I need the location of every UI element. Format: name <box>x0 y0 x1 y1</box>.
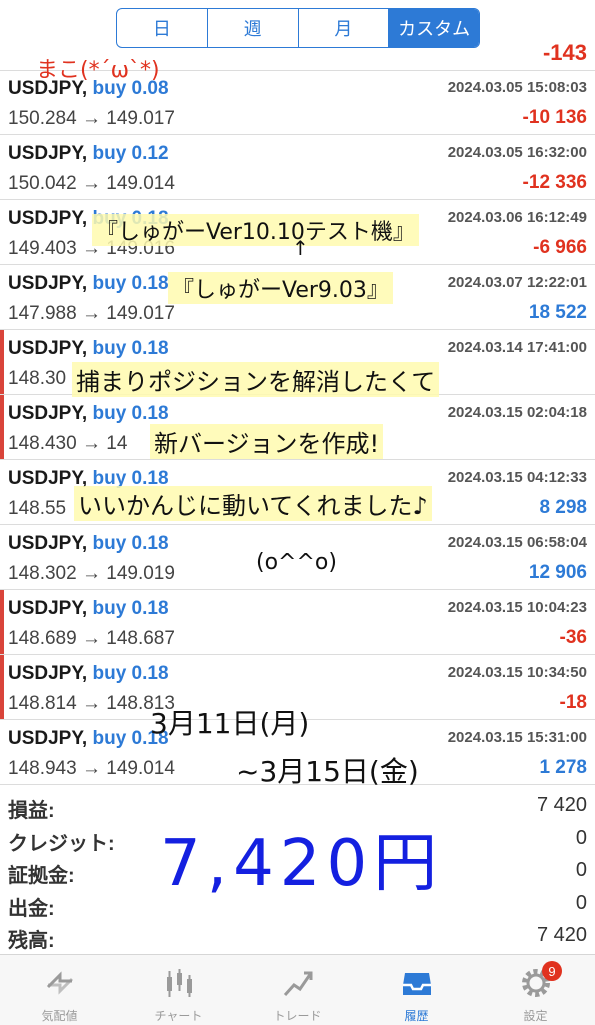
quotes-icon <box>46 971 73 995</box>
handwritten-period-start: 3月11日(月) <box>150 707 310 740</box>
summary-label: 証拠金: <box>8 865 75 887</box>
trade-time: 2024.03.15 06:58:04 <box>447 534 587 551</box>
trade-profit: -36 <box>559 627 587 648</box>
trade-side: buy 0.18 <box>92 663 169 684</box>
trade-row[interactable]: USDJPY, buy 0.12 2024.03.05 16:32:00 150… <box>0 135 595 200</box>
trade-side: buy 0.18 <box>92 273 169 294</box>
trade-time: 2024.03.15 02:04:18 <box>447 404 587 421</box>
trade-profit: -143 <box>542 40 587 65</box>
summary-value: 0 <box>575 859 587 881</box>
trade-symbol: USDJPY, buy 0.18 <box>8 403 169 424</box>
handwritten-ver10-label: 『しゅがーVer10.10テスト機』 <box>92 214 419 246</box>
tab-quotes[interactable]: 気配値 <box>0 955 119 1025</box>
trade-time: 2024.03.15 04:12:33 <box>447 469 587 486</box>
handwritten-note-1: 捕まりポジションを解消したくて <box>72 362 440 397</box>
trade-side: buy 0.18 <box>92 598 169 619</box>
summary-label: 出金: <box>8 897 55 920</box>
handwritten-ver9-label: 『しゅがーVer9.03』 <box>168 272 393 304</box>
segment-day[interactable]: 日 <box>117 9 208 47</box>
trade-prices: 148.943 → 149.014 <box>8 758 175 779</box>
trade-icon <box>283 971 312 997</box>
bottom-tab-bar: 気配値 チャート トレード 履歴 9 設定 <box>0 954 595 1025</box>
trade-profit: 18 522 <box>528 302 587 323</box>
summary-label: 損益: <box>8 800 55 822</box>
trade-prices: 148.30 <box>8 368 67 389</box>
trade-side: buy 0.18 <box>92 533 169 554</box>
trade-symbol: USDJPY, buy 0.18 <box>8 533 169 554</box>
trade-prices: 147.988 → 149.017 <box>8 303 175 324</box>
trade-symbol: USDJPY, buy 0.18 <box>8 663 169 684</box>
trade-prices: 148.302 → 149.019 <box>8 563 175 584</box>
tab-label: 気配値 <box>41 1009 78 1023</box>
handwritten-author-note: まこ(*´ω`*) <box>36 58 160 83</box>
trade-symbol: USDJPY, buy 0.18 <box>8 273 169 294</box>
trade-profit: 8 298 <box>539 497 587 518</box>
tab-label: 履歴 <box>404 1009 429 1023</box>
trade-row[interactable]: USDJPY, buy 0.18 2024.03.15 10:04:23 148… <box>0 590 595 655</box>
summary-value: 7 420 <box>536 924 587 946</box>
trade-side: buy 0.18 <box>92 338 169 359</box>
summary-value: 0 <box>575 891 587 914</box>
segment-month[interactable]: 月 <box>299 9 390 47</box>
trade-side: buy 0.12 <box>92 143 169 164</box>
trade-prices: 150.284 → 149.017 <box>8 108 175 129</box>
tab-trade[interactable]: トレード <box>238 955 357 1025</box>
trade-symbol: USDJPY, buy 0.18 <box>8 728 169 749</box>
notification-badge: 9 <box>542 961 562 981</box>
trade-time: 2024.03.05 15:08:03 <box>447 79 587 96</box>
trade-side: buy 0.18 <box>92 403 169 424</box>
segment-custom[interactable]: カスタム <box>389 9 479 47</box>
chart-icon <box>166 969 192 997</box>
summary-value: 7 420 <box>536 794 587 816</box>
handwritten-face: (o^^o) <box>256 550 337 575</box>
tab-settings[interactable]: 9 設定 <box>476 955 595 1025</box>
trade-profit: -12 336 <box>522 172 587 193</box>
trade-symbol: USDJPY, buy 0.12 <box>8 143 169 164</box>
trade-time: 2024.03.14 17:41:00 <box>447 339 587 356</box>
tab-chart[interactable]: チャート <box>119 955 238 1025</box>
trade-time: 2024.03.15 15:31:00 <box>447 729 587 746</box>
trade-profit: 12 906 <box>528 562 587 583</box>
tab-label: 設定 <box>523 1009 548 1023</box>
trade-profit: -18 <box>559 692 587 713</box>
trade-prices: 148.55 <box>8 498 67 519</box>
trade-time: 2024.03.15 10:04:23 <box>447 599 587 616</box>
summary-row-balance: 残高: 7 420 <box>0 920 595 953</box>
trade-time: 2024.03.07 12:22:01 <box>447 274 587 291</box>
handwritten-note-2: 新バージョンを作成! <box>150 424 384 459</box>
tab-history[interactable]: 履歴 <box>357 955 476 1025</box>
handwritten-total-yen: 7,420円 <box>160 827 444 901</box>
trade-symbol: USDJPY, buy 0.18 <box>8 338 169 359</box>
trade-profit: 1 278 <box>539 757 587 778</box>
trade-prices: 150.042 → 149.014 <box>8 173 175 194</box>
handwritten-period-end: ~3月15日(金) <box>236 755 419 788</box>
summary-label: 残高: <box>8 930 55 952</box>
period-segmented-control: 日 週 月 カスタム <box>116 8 480 48</box>
handwritten-arrow: ↑ <box>292 236 309 260</box>
trade-prices: 148.430 → 14 <box>8 433 128 454</box>
tab-label: チャート <box>154 1009 203 1023</box>
trade-profit: -6 966 <box>533 237 587 258</box>
trade-time: 2024.03.15 10:34:50 <box>447 664 587 681</box>
summary-value: 0 <box>575 826 587 849</box>
trade-profit: -10 136 <box>522 107 587 128</box>
trade-symbol: USDJPY, buy 0.18 <box>8 598 169 619</box>
summary-label: クレジット: <box>8 832 115 855</box>
trade-prices: 148.689 → 148.687 <box>8 628 175 649</box>
segment-week[interactable]: 週 <box>208 9 299 47</box>
history-icon <box>402 973 431 995</box>
trade-time: 2024.03.05 16:32:00 <box>447 144 587 161</box>
handwritten-note-3: いいかんじに動いてくれました♪ <box>74 486 432 521</box>
trade-time: 2024.03.06 16:12:49 <box>447 209 587 226</box>
tab-label: トレード <box>273 1009 322 1023</box>
